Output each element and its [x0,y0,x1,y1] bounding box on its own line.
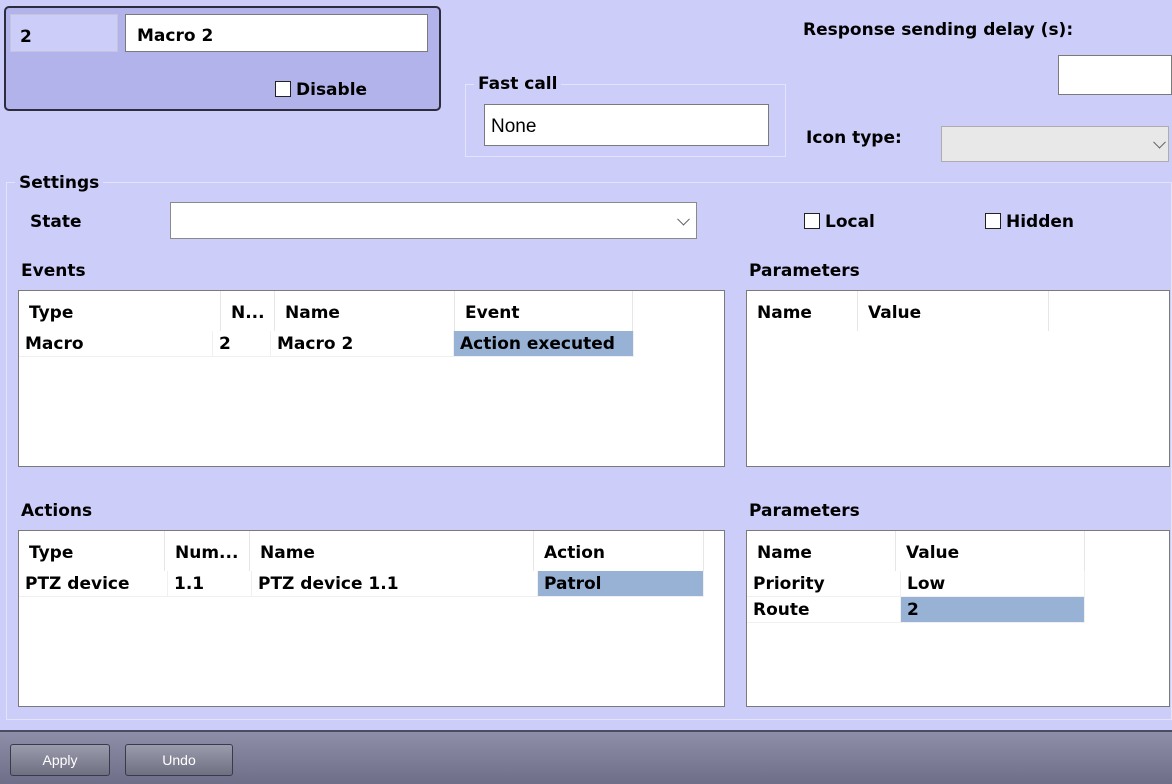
chevron-down-icon [1153,135,1166,149]
events-label: Events [21,261,86,281]
actions-list-header: Type Num... Name Action [19,531,724,571]
chevron-down-icon [677,212,690,226]
undo-button[interactable]: Undo [125,744,233,776]
actions-label: Actions [21,501,93,521]
local-checkbox[interactable]: Local [804,212,875,232]
object-id-field: 2 [10,14,118,52]
event-params-col-name[interactable]: Name [747,291,858,331]
events-col-event[interactable]: Event [455,291,633,331]
icon-type-label: Icon type: [806,128,902,148]
response-delay-input[interactable] [1058,55,1172,95]
action-params-list[interactable]: Name Value Priority Low Route 2 [746,530,1170,707]
icon-type-select[interactable] [941,126,1169,162]
actions-list[interactable]: Type Num... Name Action PTZ device 1.1 P… [18,530,725,707]
action-params-cell-name: Priority [747,571,901,597]
hidden-checkbox[interactable]: Hidden [985,212,1074,232]
hidden-checkbox-box[interactable] [985,213,1001,229]
table-row[interactable]: Macro 2 Macro 2 Action executed [19,331,724,357]
action-params-cell-value: Low [901,571,1085,597]
events-list[interactable]: Type N... Name Event Macro 2 Macro 2 Act… [18,290,725,467]
actions-col-number[interactable]: Num... [165,531,250,571]
events-cell-name: Macro 2 [271,331,454,357]
events-cell-event: Action executed [454,331,634,357]
events-col-number[interactable]: N... [221,291,275,331]
actions-cell-name: PTZ device 1.1 [252,571,538,597]
fast-call-input[interactable]: None [484,104,769,146]
action-params-cell-name: Route [747,597,901,623]
hidden-checkbox-label: Hidden [1006,212,1075,232]
event-params-col-value[interactable]: Value [858,291,1049,331]
settings-label: Settings [15,173,104,193]
local-checkbox-label: Local [825,212,875,232]
object-name-input[interactable]: Macro 2 [125,14,428,52]
action-params-col-name[interactable]: Name [747,531,896,571]
action-params-label: Parameters [749,501,860,521]
actions-col-name[interactable]: Name [250,531,534,571]
action-params-col-value[interactable]: Value [896,531,1085,571]
actions-col-action[interactable]: Action [534,531,704,571]
state-label: State [30,212,82,232]
events-col-name[interactable]: Name [275,291,455,331]
disable-checkbox[interactable]: Disable [275,80,367,100]
events-cell-type: Macro [19,331,213,357]
actions-cell-action: Patrol [538,571,704,597]
disable-checkbox-box[interactable] [275,81,291,97]
table-row[interactable]: Route 2 [747,597,1169,623]
fast-call-label: Fast call [474,74,562,94]
events-cell-number: 2 [213,331,271,357]
disable-checkbox-label: Disable [296,80,368,100]
actions-cell-number: 1.1 [168,571,252,597]
response-delay-label: Response sending delay (s): [803,20,1074,40]
event-params-header: Name Value [747,291,1169,331]
action-params-header: Name Value [747,531,1169,571]
action-params-cell-value: 2 [901,597,1085,623]
table-row[interactable]: Priority Low [747,571,1169,597]
actions-col-type[interactable]: Type [19,531,165,571]
event-params-list[interactable]: Name Value [746,290,1170,467]
events-list-header: Type N... Name Event [19,291,724,331]
actions-cell-type: PTZ device [19,571,168,597]
state-select[interactable] [170,202,697,239]
local-checkbox-box[interactable] [804,213,820,229]
apply-button[interactable]: Apply [10,744,110,776]
table-row[interactable]: PTZ device 1.1 PTZ device 1.1 Patrol [19,571,724,597]
events-col-type[interactable]: Type [19,291,221,331]
event-params-label: Parameters [749,261,860,281]
